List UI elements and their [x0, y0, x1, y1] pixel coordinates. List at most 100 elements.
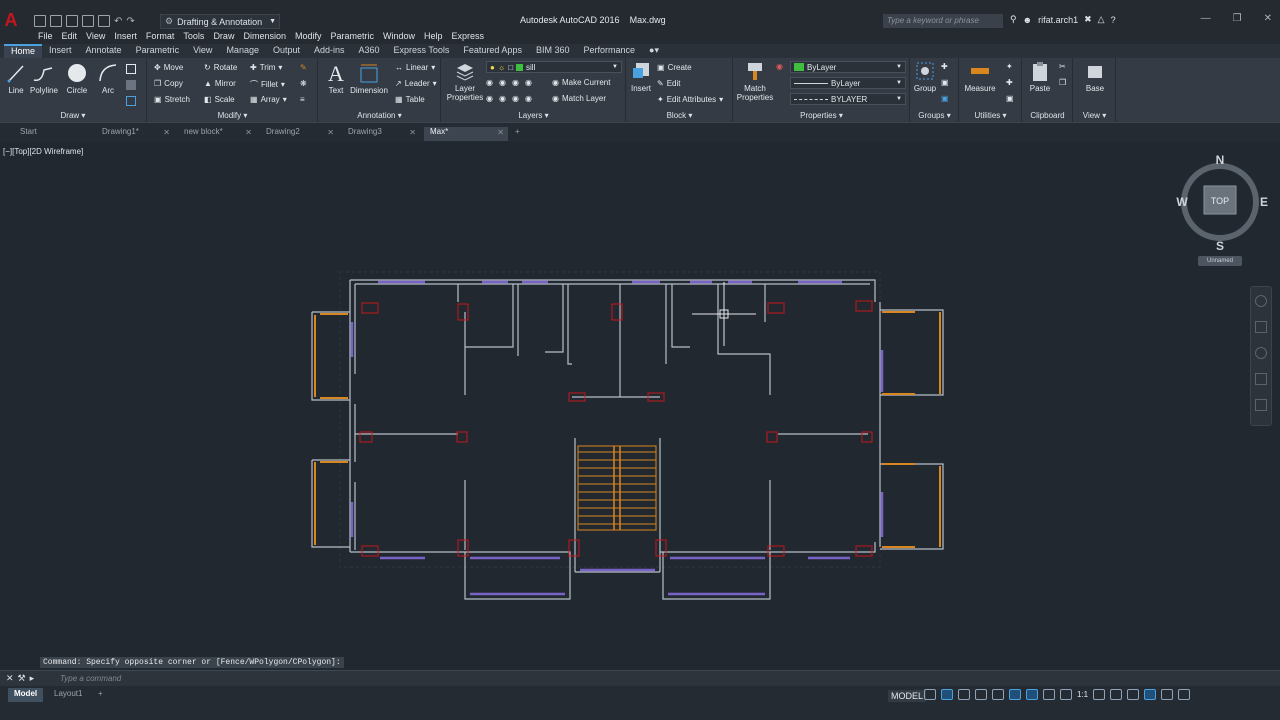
close-icon[interactable]: ✕ [497, 128, 504, 137]
hardware-acceleration-icon[interactable] [1144, 689, 1157, 700]
scale-button[interactable]: ◧ Scale [204, 95, 235, 104]
menu-express[interactable]: Express [452, 30, 494, 44]
menu-help[interactable]: Help [424, 30, 452, 44]
menu-file[interactable]: File [38, 30, 62, 44]
ucs-menu[interactable]: Unnamed [1198, 256, 1242, 266]
ortho-icon[interactable] [958, 689, 970, 700]
grid-icon[interactable] [924, 689, 936, 700]
object-snap-tracking-icon[interactable] [1009, 689, 1021, 700]
circle-button[interactable]: Circle [64, 62, 90, 95]
compass-west[interactable]: W [1176, 195, 1188, 209]
id-point-icon[interactable]: ▣ [1006, 94, 1014, 103]
arc-button[interactable]: Arc [96, 62, 120, 95]
menu-insert[interactable]: Insert [114, 30, 146, 44]
layer-properties-button[interactable]: Layer Properties [446, 60, 484, 102]
region-button[interactable] [126, 96, 136, 106]
table-button[interactable]: ▦ Table [395, 95, 425, 104]
compass-south[interactable]: S [1216, 239, 1224, 252]
a360-icon[interactable]: △ [1098, 14, 1105, 25]
tab-parametric[interactable]: Parametric [129, 44, 187, 58]
doc-tab-start[interactable]: Start [14, 127, 92, 141]
edit-attributes-button[interactable]: ✦ Edit Attributes ▾ [657, 95, 723, 104]
binoculars-icon[interactable]: ⚲ [1010, 14, 1017, 25]
layer-freeze-icon[interactable]: ◉ [512, 78, 519, 87]
polar-icon[interactable] [975, 689, 987, 700]
rotate-button[interactable]: ↻ Rotate [204, 63, 237, 72]
clipboard-panel-title[interactable]: Clipboard [1023, 111, 1072, 120]
ungroup-icon[interactable]: ✚ [941, 62, 948, 71]
zoom-icon[interactable] [1255, 347, 1267, 359]
tab-view[interactable]: View [186, 44, 219, 58]
customization-icon[interactable] [1178, 689, 1191, 700]
isolate-objects-icon[interactable] [1127, 689, 1140, 700]
edit-block-button[interactable]: ✎ Edit [657, 79, 681, 88]
paste-button[interactable]: Paste [1027, 60, 1053, 93]
tab-manage[interactable]: Manage [219, 44, 266, 58]
group-button[interactable]: Group [913, 60, 937, 93]
redo-icon[interactable]: ↷ [126, 16, 134, 27]
properties-panel-title[interactable]: Properties ▾ [734, 111, 909, 120]
pan-icon[interactable] [1255, 321, 1267, 333]
tab-add-ins[interactable]: Add-ins [307, 44, 352, 58]
layers-panel-title[interactable]: Layers ▾ [442, 111, 625, 120]
tab-insert[interactable]: Insert [42, 44, 79, 58]
text-button[interactable]: A Text [325, 62, 347, 95]
workspace-selector[interactable]: ⚙ Drafting & Annotation ▼ [160, 14, 280, 29]
application-menu-button[interactable]: A [2, 11, 20, 29]
user-account[interactable]: ⚲ ☻ rifat.arch1 ✖ △ ? [1010, 14, 1116, 25]
doc-tab-drawing3[interactable]: Drawing3 ✕ [342, 127, 420, 141]
leader-button[interactable]: ↗ Leader ▾ [395, 79, 437, 88]
linear-button[interactable]: ↔ Linear ▾ [395, 63, 435, 72]
menu-window[interactable]: Window [383, 30, 424, 44]
tab-home[interactable]: Home [4, 44, 43, 58]
linetype-dropdown[interactable]: ByLayer ▼ [790, 77, 906, 89]
model-space-toggle[interactable]: MODEL [888, 690, 927, 702]
dimension-button[interactable]: Dimension [349, 62, 389, 95]
annotation-scale[interactable]: 1:1 [1077, 690, 1088, 699]
new-tab-button[interactable]: + [512, 127, 528, 141]
match-layer-button[interactable]: ◉ Match Layer [552, 94, 606, 103]
doc-tab-max[interactable]: Max* ✕ [424, 127, 508, 141]
groups-panel-title[interactable]: Groups ▾ [911, 111, 958, 120]
polyline-button[interactable]: Polyline [29, 62, 59, 95]
hatch-button[interactable] [126, 80, 136, 90]
snap-icon[interactable] [941, 689, 953, 700]
tab-express-tools[interactable]: Express Tools [387, 44, 457, 58]
match-properties-button[interactable]: Match Properties [736, 60, 774, 102]
annotation-visibility-icon[interactable] [1043, 689, 1055, 700]
user-name[interactable]: rifat.arch1 [1038, 15, 1078, 25]
orbit-icon[interactable] [1255, 373, 1267, 385]
close-icon[interactable]: ✕ [1264, 13, 1272, 24]
close-icon[interactable]: ✕ [6, 673, 14, 684]
restore-icon[interactable]: ❐ [1233, 13, 1242, 24]
layer-thaw-icon[interactable]: ◉ [512, 94, 519, 103]
steering-wheel-icon[interactable] [1255, 295, 1267, 307]
menu-dimension[interactable]: Dimension [243, 30, 295, 44]
tab-a360[interactable]: A360 [352, 44, 387, 58]
rectangle-button[interactable] [126, 64, 136, 74]
copy-button[interactable]: ❐ Copy [154, 79, 183, 88]
add-layout-button[interactable]: + [92, 688, 109, 702]
search-input[interactable]: Type a keyword or phrase [883, 14, 1003, 28]
view-panel-title[interactable]: View ▾ [1074, 111, 1115, 120]
cut-icon[interactable]: ✂ [1059, 62, 1066, 71]
minimize-icon[interactable]: — [1201, 13, 1211, 24]
quick-select-icon[interactable]: ✦ [1006, 62, 1013, 71]
save-as-icon[interactable] [82, 15, 94, 27]
fillet-button[interactable]: ⌒ Fillet ▾ [250, 79, 285, 90]
move-button[interactable]: ✥ Move [154, 63, 183, 72]
exchange-icon[interactable]: ✖ [1084, 14, 1092, 25]
tab-performance[interactable]: Performance [576, 44, 642, 58]
insert-block-button[interactable]: Insert [629, 60, 653, 93]
doc-tab-drawing2[interactable]: Drawing2 ✕ [260, 127, 338, 141]
menu-draw[interactable]: Draw [213, 30, 243, 44]
plus-icon[interactable] [1110, 689, 1123, 700]
drawing-canvas[interactable]: [−][Top][2D Wireframe] TOP N S E W Unnam… [0, 142, 1280, 672]
clean-screen-icon[interactable] [1161, 689, 1174, 700]
close-icon[interactable]: ✕ [327, 128, 334, 137]
new-icon[interactable] [34, 15, 46, 27]
color-dropdown[interactable]: ByLayer ▼ [790, 61, 906, 73]
command-input[interactable]: Type a command [60, 674, 121, 683]
layer-off-icon[interactable]: ◉ [486, 78, 493, 87]
layer-unlock-icon[interactable]: ◉ [525, 94, 532, 103]
